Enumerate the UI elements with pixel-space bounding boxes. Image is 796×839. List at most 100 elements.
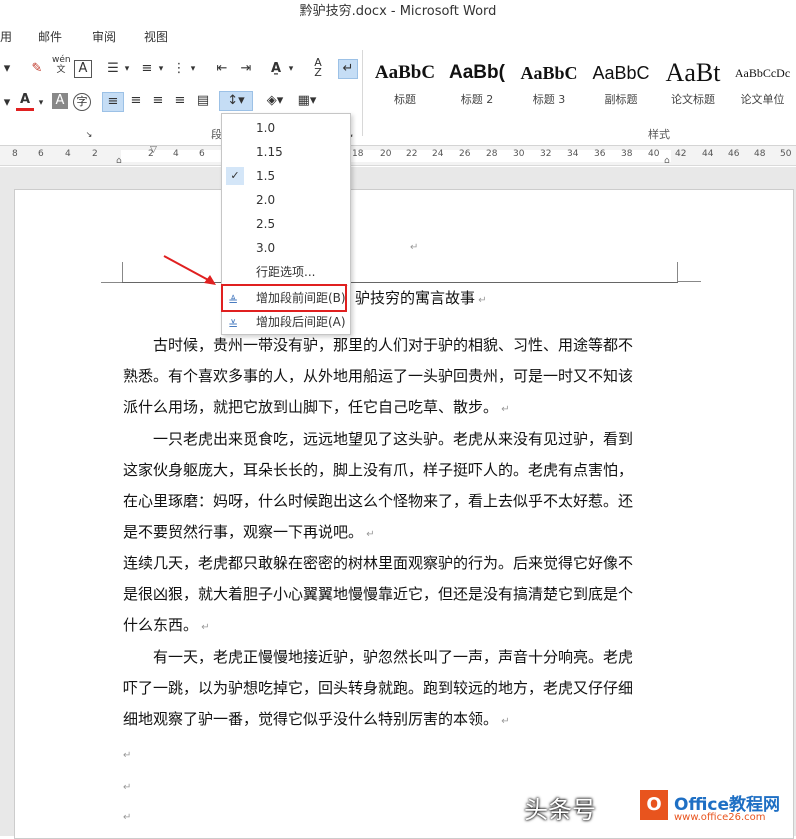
- enclose-char-icon[interactable]: 字: [73, 93, 91, 111]
- text-line: 一只老虎出来觅食吃，远远地望见了这头驴。老虎从来没有见过驴，看到: [153, 430, 634, 448]
- char-shading-icon[interactable]: A: [52, 93, 68, 109]
- style-heading1[interactable]: AaBbC 标题: [369, 53, 441, 115]
- menu-item-spacing-1-0[interactable]: 1.0: [222, 116, 350, 140]
- menu-item-spacing-2-0[interactable]: 2.0: [222, 188, 350, 212]
- style-heading3[interactable]: AaBbC 标题 3: [513, 53, 585, 115]
- paragraph-1[interactable]: 古时候，贵州一带没有驴，那里的人们对于驴的相貌、习性、用途等都不 熟悉。有个喜欢…: [123, 330, 683, 423]
- show-marks-icon[interactable]: ↵: [338, 59, 358, 79]
- align-center-icon[interactable]: ≡: [126, 92, 146, 110]
- ruler-number: 46: [728, 149, 740, 159]
- style-subtitle[interactable]: AaBbC 副标题: [585, 53, 657, 115]
- paragraph-3[interactable]: 连续几天，老虎都只敢躲在密密的树林里面观察驴的行为。后来觉得它好像不 是很凶狠，…: [123, 548, 683, 641]
- tab-mailings[interactable]: 邮件: [38, 28, 62, 45]
- ruler-number: 24: [432, 149, 444, 159]
- document-page[interactable]: ↵ 驴技穷的寓言故事 ↵ 古时候，贵州一带没有驴，那里的人们对于驴的相貌、习性、…: [14, 189, 794, 839]
- text-line-content: 细地观察了驴一番，觉得它似乎没什么特别厉害的本领。: [123, 710, 499, 728]
- menu-item-spacing-1-5[interactable]: ✓ 1.5: [222, 164, 350, 188]
- ruler-number: 4: [65, 149, 71, 159]
- borders-icon[interactable]: ▦▾: [296, 92, 318, 110]
- dropdown-icon[interactable]: ▾: [122, 60, 132, 78]
- text-line: 连续几天，老虎都只敢躲在密密的树林里面观察驴的行为。后来觉得它好像不: [123, 554, 634, 572]
- ruler-number: 28: [486, 149, 498, 159]
- menu-item-spacing-2-5[interactable]: 2.5: [222, 212, 350, 236]
- phonetic-guide-label: wén: [52, 55, 71, 65]
- right-indent-marker[interactable]: ⌂: [664, 156, 670, 166]
- tab-insert[interactable]: 用: [0, 28, 12, 45]
- distributed-icon[interactable]: ▤: [193, 92, 213, 110]
- menu-item-label: 1.15: [256, 145, 283, 159]
- paragraph-2[interactable]: 一只老虎出来觅食吃，远远地望见了这头驴。老虎从来没有见过驴，看到 这家伙身躯庞大…: [123, 424, 683, 548]
- crop-mark: [677, 262, 701, 282]
- style-paper-unit[interactable]: AaBbCcDc 论文单位: [729, 53, 796, 115]
- ribbon-tabs: 用 邮件 审阅 视图: [0, 24, 796, 46]
- bullets-icon[interactable]: ☰: [104, 60, 122, 78]
- dropdown-icon[interactable]: ▾: [188, 60, 198, 78]
- office-logo-icon: O: [640, 790, 668, 820]
- dropdown-icon[interactable]: ▾: [0, 60, 14, 78]
- phonetic-guide-icon[interactable]: wén 文: [52, 55, 71, 75]
- decrease-indent-icon[interactable]: ⇤: [212, 60, 232, 78]
- numbering-icon[interactable]: ≡: [138, 60, 156, 78]
- text-line: 熟悉。有个喜欢多事的人，从外地用船运了一头驴回贵州，可是一时又不知该: [123, 367, 634, 385]
- paragraph-4[interactable]: 有一天，老虎正慢慢地接近驴，驴忽然长叫了一声，声音十分响亮。老虎 吓了一跳，以为…: [123, 642, 683, 735]
- empty-paragraph-mark: ↵: [123, 782, 132, 793]
- text-line: 在心里琢磨：妈呀，什么时候跑出这么个怪物来了，看上去似乎不太好惹。还: [123, 492, 634, 510]
- crop-mark: [122, 262, 123, 282]
- line-spacing-button[interactable]: ↕▾: [219, 91, 253, 111]
- tab-review[interactable]: 审阅: [92, 28, 116, 45]
- style-preview: AaBbC: [520, 63, 578, 83]
- font-color-icon[interactable]: A: [16, 92, 34, 111]
- ruler-number: 50: [780, 149, 792, 159]
- menu-item-spacing-3-0[interactable]: 3.0: [222, 236, 350, 260]
- text-line: 这家伙身躯庞大，耳朵长长的，脚上没有爪，样子挺吓人的。老虎有点害怕，: [123, 461, 634, 479]
- ruler-number: 2: [92, 149, 98, 159]
- hanging-indent-marker[interactable]: ⌂: [116, 156, 122, 166]
- tab-view[interactable]: 视图: [144, 28, 168, 45]
- dropdown-icon[interactable]: ▾: [36, 94, 46, 112]
- sort-icon[interactable]: AZ: [308, 57, 328, 78]
- justify-icon[interactable]: ≡: [170, 92, 190, 110]
- shading-icon[interactable]: ◈▾: [264, 92, 286, 110]
- align-right-icon[interactable]: ≡: [148, 92, 168, 110]
- ruler-number: 8: [12, 149, 18, 159]
- watermark: 头条号 O Office教程网 www.office26.com: [524, 786, 796, 830]
- multilevel-list-icon[interactable]: ⋮: [170, 60, 188, 78]
- menu-item-spacing-1-15[interactable]: 1.15: [222, 140, 350, 164]
- styles-group-label: 样式: [648, 128, 670, 141]
- dropdown-icon[interactable]: ▾: [156, 60, 166, 78]
- chinese-layout-icon[interactable]: A̱: [266, 60, 286, 78]
- group-divider: [362, 50, 363, 136]
- text-line: 是不要贸然行事，观察一下再说吧。 ↵: [123, 523, 375, 541]
- empty-paragraph-mark: ↵: [123, 750, 132, 761]
- menu-item-label: 1.0: [256, 121, 276, 135]
- first-line-indent-marker[interactable]: ▽: [150, 145, 157, 155]
- menu-item-label: 2.5: [256, 217, 276, 231]
- space-after-icon: ≚: [228, 318, 239, 332]
- ruler-number: 48: [754, 149, 766, 159]
- text-line: 什么东西。 ↵: [123, 616, 210, 634]
- dropdown-icon[interactable]: ▾: [286, 60, 296, 78]
- window-title: 黔驴技穷.docx - Microsoft Word: [0, 0, 796, 24]
- font-dialog-launcher-icon[interactable]: ↘: [84, 126, 94, 144]
- style-heading2[interactable]: AaBb(标题 2: [441, 53, 513, 115]
- text-line-content: 派什么用场，就把它放到山脚下，任它自己吃草、散步。: [123, 398, 499, 416]
- clear-format-icon[interactable]: ✎: [28, 60, 46, 78]
- paragraph-mark: ↵: [410, 242, 419, 253]
- style-preview: AaBt: [665, 58, 721, 87]
- checkmark-icon: ✓: [226, 167, 244, 185]
- highlight-box: [221, 284, 347, 312]
- menu-item-spacing-options[interactable]: 行距选项...: [222, 260, 350, 284]
- dropdown-icon[interactable]: ▾: [0, 94, 14, 112]
- increase-indent-icon[interactable]: ⇥: [236, 60, 256, 78]
- menu-item-add-space-after[interactable]: ≚ 增加段后间距(A): [222, 310, 350, 334]
- watermark-toutiao: 头条号: [524, 796, 596, 824]
- char-border-icon[interactable]: A: [74, 60, 92, 78]
- horizontal-ruler[interactable]: 8 6 4 2 2 4 6 18 20 22 24 26 28 30 32 34…: [0, 145, 796, 166]
- menu-item-label: 行距选项...: [256, 265, 316, 279]
- align-left-icon[interactable]: ≡: [102, 92, 124, 112]
- ruler-number: 6: [199, 149, 205, 159]
- style-paper-title[interactable]: AaBt 论文标题: [657, 53, 729, 115]
- document-title[interactable]: 驴技穷的寓言故事 ↵: [355, 283, 555, 316]
- ruler-number: 22: [406, 149, 418, 159]
- document-area: ↵ 驴技穷的寓言故事 ↵ 古时候，贵州一带没有驴，那里的人们对于驴的相貌、习性、…: [0, 167, 796, 839]
